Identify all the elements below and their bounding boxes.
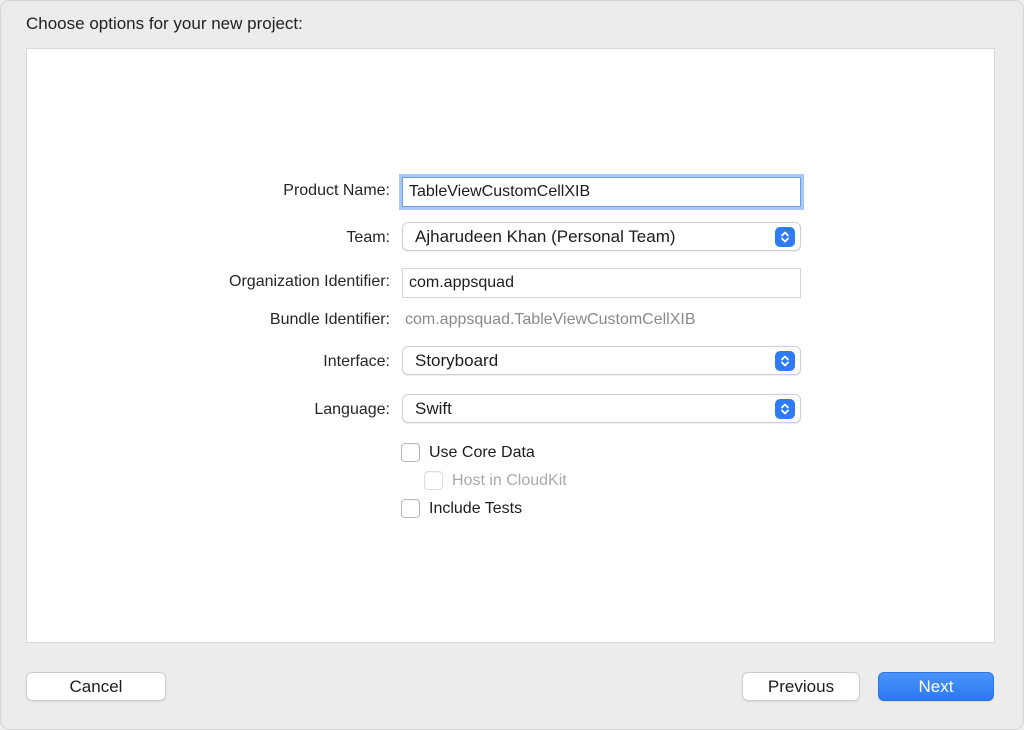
include-tests-label: Include Tests [429, 499, 523, 517]
host-in-cloudkit-checkbox-row: Host in CloudKit [424, 471, 567, 490]
host-in-cloudkit-checkbox [424, 471, 443, 490]
chevron-up-down-icon [775, 227, 795, 247]
host-in-cloudkit-label: Host in CloudKit [452, 471, 567, 489]
use-core-data-checkbox-row[interactable]: Use Core Data [401, 443, 535, 462]
team-popup-value: Ajharudeen Khan (Personal Team) [415, 226, 676, 246]
product-name-label: Product Name: [283, 182, 390, 199]
interface-popup-value: Storyboard [415, 350, 499, 370]
include-tests-checkbox[interactable] [401, 499, 420, 518]
team-popup[interactable]: Ajharudeen Khan (Personal Team) [402, 222, 801, 251]
bundle-identifier-value: com.appsquad.TableViewCustomCellXIB [405, 311, 696, 328]
cancel-button[interactable]: Cancel [26, 672, 166, 701]
next-button[interactable]: Next [878, 672, 994, 701]
organization-identifier-label: Organization Identifier: [229, 273, 390, 290]
language-popup[interactable]: Swift [402, 394, 801, 423]
include-tests-checkbox-row[interactable]: Include Tests [401, 499, 522, 518]
bundle-identifier-label: Bundle Identifier: [269, 311, 390, 328]
chevron-up-down-icon [775, 351, 795, 371]
language-popup-value: Swift [415, 398, 452, 418]
new-project-options-window: Choose options for your new project: Pro… [0, 0, 1024, 730]
previous-button[interactable]: Previous [742, 672, 860, 701]
language-label: Language: [314, 401, 390, 418]
chevron-up-down-icon [775, 399, 795, 419]
product-name-field[interactable]: TableViewCustomCellXIB [402, 177, 801, 207]
page-title: Choose options for your new project: [26, 14, 303, 33]
interface-popup[interactable]: Storyboard [402, 346, 801, 375]
interface-label: Interface: [323, 353, 390, 370]
use-core-data-label: Use Core Data [429, 443, 535, 461]
use-core-data-checkbox[interactable] [401, 443, 420, 462]
organization-identifier-field[interactable]: com.appsquad [402, 268, 801, 298]
team-label: Team: [346, 229, 390, 246]
